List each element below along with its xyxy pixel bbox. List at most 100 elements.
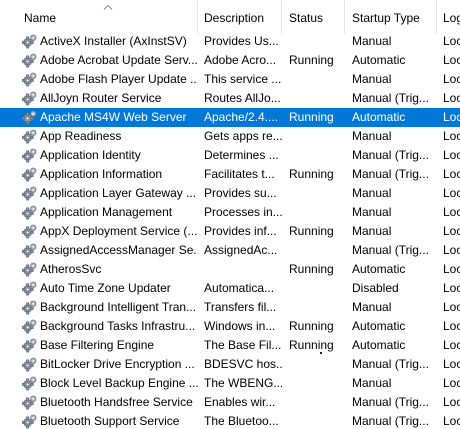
service-row[interactable]: Bluetooth Handsfree Service Enables wir.… [0, 393, 460, 412]
service-startup-type: Manual [352, 224, 392, 238]
service-description: This service ... [204, 72, 282, 86]
service-description: The WBENG... [204, 376, 282, 390]
service-log-on-as: Loc [443, 319, 460, 333]
service-log-on-as: Loc [443, 148, 460, 162]
service-log-on-as: Loc [443, 395, 460, 409]
service-name: Auto Time Zone Updater [40, 281, 171, 295]
service-row[interactable]: AppX Deployment Service (... Provides in… [0, 222, 460, 241]
service-startup-type: Manual (Trig... [352, 167, 429, 181]
service-row[interactable]: Bluetooth Support Service The Bluetoo...… [0, 412, 460, 429]
column-header-status[interactable]: Status [282, 0, 345, 34]
service-name: Application Layer Gateway ... [40, 186, 197, 200]
service-row[interactable]: AtherosSvc Running Automatic Loc [0, 260, 460, 279]
service-log-on-as: Loc [443, 53, 460, 67]
service-status: Running [289, 110, 334, 124]
service-row[interactable]: Application Layer Gateway ... Provides s… [0, 184, 460, 203]
service-startup-type: Manual (Trig... [352, 243, 429, 257]
service-row[interactable]: AssignedAccessManager Se... AssignedAc..… [0, 241, 460, 260]
service-status [282, 32, 345, 51]
service-status [282, 393, 345, 412]
service-log-on-as: Loc [443, 376, 460, 390]
column-header-row: Name Description Status Startup Type Log [0, 0, 460, 34]
service-description [198, 260, 282, 279]
service-description: Automatica... [204, 281, 275, 295]
service-name: App Readiness [40, 129, 122, 143]
service-description: Transfers fil... [204, 300, 277, 314]
service-name: ActiveX Installer (AxInstSV) [40, 34, 187, 48]
service-description: Windows in... [204, 319, 276, 333]
service-startup-type: Manual (Trig... [352, 395, 429, 409]
service-log-on-as: Loc [443, 357, 460, 371]
service-name: Bluetooth Handsfree Service [40, 395, 193, 409]
service-startup-type: Manual (Trig... [352, 148, 429, 162]
services-table-body: ActiveX Installer (AxInstSV) Provides Us… [0, 32, 460, 429]
service-log-on-as: Loc [443, 34, 460, 48]
service-status [282, 279, 345, 298]
service-name: Adobe Acrobat Update Serv... [40, 53, 198, 67]
service-description: The Base Fil... [204, 338, 282, 352]
service-row[interactable]: App Readiness Gets apps re... Manual Loc [0, 127, 460, 146]
service-status: Running [289, 167, 334, 181]
service-startup-type: Disabled [352, 281, 399, 295]
service-row[interactable]: Background Intelligent Tran... Transfers… [0, 298, 460, 317]
service-row[interactable]: Application Management Processes in... M… [0, 203, 460, 222]
service-description: The Bluetoo... [204, 414, 279, 428]
service-log-on-as: Loc [443, 414, 460, 428]
service-startup-type: Automatic [352, 319, 406, 333]
service-status [282, 412, 345, 429]
service-startup-type: Manual [352, 129, 392, 143]
service-name: Bluetooth Support Service [40, 414, 180, 428]
service-log-on-as: Loc [443, 338, 460, 352]
service-startup-type: Automatic [352, 338, 406, 352]
service-row[interactable]: AllJoyn Router Service Routes AllJo... M… [0, 89, 460, 108]
service-row[interactable]: Base Filtering Engine The Base Fil... Ru… [0, 336, 460, 355]
service-description: Routes AllJo... [204, 91, 281, 105]
service-row[interactable]: BitLocker Drive Encryption ... BDESVC ho… [0, 355, 460, 374]
column-header-description[interactable]: Description [198, 0, 282, 34]
service-log-on-as: Loc [443, 262, 460, 276]
service-description: Processes in... [204, 205, 282, 219]
service-name: Apache MS4W Web Server [40, 110, 187, 124]
service-description: AssignedAc... [204, 243, 278, 257]
service-startup-type: Manual (Trig... [352, 91, 429, 105]
service-row[interactable]: Auto Time Zone Updater Automatica... Dis… [0, 279, 460, 298]
service-description: Facilitates t... [204, 167, 275, 181]
service-name: Background Intelligent Tran... [40, 300, 197, 314]
service-startup-type: Manual [352, 376, 392, 390]
service-startup-type: Automatic [352, 53, 406, 67]
service-startup-type: Automatic [352, 110, 406, 124]
service-log-on-as: Loc [443, 281, 460, 295]
service-log-on-as: Loc [443, 300, 460, 314]
service-log-on-as: Loc [443, 72, 460, 86]
service-description: Determines ... [204, 148, 279, 162]
service-log-on-as: Loc [443, 91, 460, 105]
service-row[interactable]: Block Level Backup Engine ... The WBENG.… [0, 374, 460, 393]
service-row[interactable]: Application Identity Determines ... Manu… [0, 146, 460, 165]
service-startup-type: Manual [352, 205, 392, 219]
service-description: Gets apps re... [204, 129, 282, 143]
service-row[interactable]: Apache MS4W Web Server Apache/2.4.... Ru… [0, 108, 460, 127]
service-row[interactable]: ActiveX Installer (AxInstSV) Provides Us… [0, 32, 460, 51]
service-log-on-as: Loc [443, 205, 460, 219]
service-row[interactable]: Adobe Flash Player Update ... This servi… [0, 70, 460, 89]
service-row[interactable]: Adobe Acrobat Update Serv... Adobe Acro.… [0, 51, 460, 70]
service-description: Provides su... [204, 186, 277, 200]
service-status [282, 70, 345, 89]
service-status [282, 89, 345, 108]
service-status [282, 184, 345, 203]
column-header-startup-type[interactable]: Startup Type [345, 0, 437, 34]
service-log-on-as: Loc [443, 167, 460, 181]
service-row[interactable]: Background Tasks Infrastru... Windows in… [0, 317, 460, 336]
service-status: Running [289, 319, 334, 333]
column-header-log-on-as[interactable]: Log [437, 0, 460, 34]
column-header-name[interactable]: Name [0, 0, 198, 34]
service-log-on-as: Loc [443, 110, 460, 124]
service-name: AllJoyn Router Service [40, 91, 162, 105]
services-list-view[interactable]: Name Description Status Startup Type Log [0, 0, 460, 429]
service-startup-type: Manual (Trig... [352, 357, 429, 371]
service-status [282, 203, 345, 222]
service-status [282, 241, 345, 260]
service-row[interactable]: Application Information Facilitates t...… [0, 165, 460, 184]
service-startup-type: Manual [352, 72, 392, 86]
service-description: Provides inf... [204, 224, 277, 238]
